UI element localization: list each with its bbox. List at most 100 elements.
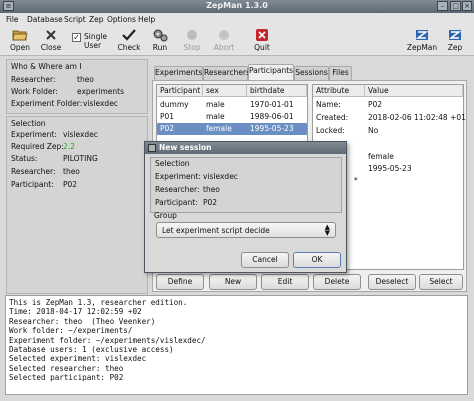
dialog-group-heading: Group bbox=[154, 211, 177, 220]
checkmark-icon bbox=[122, 29, 136, 41]
table-row-selected[interactable]: P02 female 1995-05-23 bbox=[157, 123, 307, 135]
status-value: PILOTING bbox=[63, 154, 98, 163]
console-line: Selected participant: P02 bbox=[9, 373, 124, 383]
define-button[interactable]: Define bbox=[156, 274, 204, 290]
run-button[interactable]: Run bbox=[148, 28, 172, 52]
single-user-checkbox[interactable]: ✓ bbox=[72, 33, 81, 42]
dialog-title-bar[interactable]: New session bbox=[145, 142, 346, 154]
menu-options[interactable]: Options bbox=[107, 15, 136, 24]
console-line: Selected experiment: vislexdec bbox=[9, 354, 147, 364]
col-sex[interactable]: sex bbox=[203, 85, 247, 97]
attribute-row[interactable]: Name: P02 bbox=[313, 99, 463, 111]
edit-button[interactable]: Edit bbox=[261, 274, 309, 290]
menu-script[interactable]: Script bbox=[64, 15, 86, 24]
col-birthdate[interactable]: birthdate bbox=[247, 85, 307, 97]
dialog-experiment-label: Experiment: bbox=[155, 172, 201, 181]
stop-icon bbox=[187, 30, 197, 40]
selection-panel: Selection Experiment: vislexdec Required… bbox=[6, 116, 148, 294]
dialog-participant-value: P02 bbox=[203, 198, 218, 207]
zep-logo-icon bbox=[448, 30, 462, 40]
close-window-icon[interactable]: × bbox=[462, 1, 472, 11]
experiment-folder-value: vislexdec bbox=[83, 99, 118, 108]
tab-sessions[interactable]: Sessions bbox=[294, 66, 329, 80]
who-heading: Who & Where am I bbox=[11, 62, 82, 71]
console-line: Researcher: theo (Theo Veenker) bbox=[9, 316, 156, 326]
who-where-panel: Who & Where am I Researcher: theo Work F… bbox=[6, 59, 148, 114]
ok-button[interactable]: OK bbox=[293, 252, 341, 268]
console-line: Experiment folder: ~/experiments/vislexd… bbox=[9, 335, 206, 345]
work-folder-value: experiments bbox=[77, 87, 124, 96]
console-line: Database users: 1 (exclusive access) bbox=[9, 345, 174, 355]
attribute-row[interactable]: Created: 2018-02-06 11:02:48 +01 bbox=[313, 112, 466, 124]
group-select[interactable]: Let experiment script decide ▲ ▼ bbox=[156, 222, 336, 238]
status-label: Status: bbox=[11, 154, 38, 163]
dialog-title: New session bbox=[159, 143, 212, 152]
zepman-logo-icon bbox=[415, 30, 429, 40]
gears-icon bbox=[153, 29, 168, 42]
researcher-value: theo bbox=[77, 75, 94, 84]
spinner-arrows-icon: ▲ ▼ bbox=[324, 223, 330, 237]
new-button[interactable]: New bbox=[209, 274, 257, 290]
deselect-button[interactable]: Deselect bbox=[368, 274, 416, 290]
table-row[interactable]: dummy male 1970-01-01 bbox=[157, 99, 307, 111]
abort-icon bbox=[219, 30, 229, 40]
table-row[interactable]: P01 male 1989-06-01 bbox=[157, 111, 307, 123]
console-line: This is ZepMan 1.3, researcher edition. bbox=[9, 298, 188, 307]
dialog-group-section: Group Let experiment script decide ▲ ▼ bbox=[150, 211, 342, 245]
dialog-menu-icon[interactable] bbox=[148, 144, 156, 152]
experiment-folder-label: Experiment Folder: bbox=[11, 99, 83, 108]
check-button[interactable]: Check bbox=[116, 28, 142, 52]
col-participant[interactable]: Participant bbox=[157, 85, 203, 97]
menu-bar: File Database Script Zep Options Help bbox=[0, 13, 474, 26]
close-x-icon bbox=[46, 30, 56, 40]
console-log[interactable]: This is ZepMan 1.3, researcher edition. T… bbox=[5, 295, 468, 395]
window-title: ZepMan 1.3.0 bbox=[206, 1, 268, 10]
close-button[interactable]: Close bbox=[37, 28, 65, 52]
required-zep-value: 2.2 bbox=[63, 142, 75, 151]
col-attribute[interactable]: Attribute bbox=[313, 85, 365, 97]
menu-zep[interactable]: Zep bbox=[89, 15, 104, 24]
console-line: Work folder: ~/experiments/ bbox=[9, 326, 133, 336]
required-zep-label: Required Zep: bbox=[11, 142, 64, 151]
abort-button[interactable]: Abort bbox=[211, 28, 237, 52]
tab-researchers[interactable]: Researchers bbox=[203, 66, 250, 80]
col-value[interactable]: Value bbox=[365, 85, 463, 97]
new-session-dialog: New session Selection Experiment: vislex… bbox=[144, 141, 347, 273]
console-line: Selected researcher: theo bbox=[9, 363, 124, 373]
selection-researcher-label: Researcher: bbox=[11, 167, 56, 176]
open-button[interactable]: Open bbox=[8, 28, 32, 52]
select-button[interactable]: Select bbox=[419, 274, 463, 290]
selection-researcher-value: theo bbox=[63, 167, 80, 176]
tab-experiments[interactable]: Experiments bbox=[154, 66, 203, 80]
menu-file[interactable]: File bbox=[6, 15, 19, 24]
participant-value: P02 bbox=[63, 180, 78, 189]
toolbar: Open Close ✓ Single User Check Run Stop … bbox=[0, 26, 474, 56]
work-folder-label: Work Folder: bbox=[11, 87, 58, 96]
stop-button[interactable]: Stop bbox=[180, 28, 204, 52]
attribute-row[interactable]: Locked: No bbox=[313, 125, 463, 137]
console-line: Time: 2018-04-17 12:02:59 +02 bbox=[9, 307, 142, 317]
quit-button[interactable]: Quit bbox=[250, 28, 274, 52]
tab-files[interactable]: Files bbox=[329, 66, 352, 80]
experiment-label: Experiment: bbox=[11, 130, 57, 139]
minimize-icon[interactable]: – bbox=[437, 1, 448, 11]
researcher-label: Researcher: bbox=[11, 75, 56, 84]
menu-database[interactable]: Database bbox=[27, 15, 63, 24]
zep-button[interactable]: Zep bbox=[444, 28, 466, 52]
experiment-value: vislexdec bbox=[63, 130, 98, 139]
tab-participants[interactable]: Participants bbox=[248, 64, 294, 81]
delete-button[interactable]: Delete bbox=[313, 274, 361, 290]
dialog-researcher-label: Researcher: bbox=[155, 185, 200, 194]
zepman-button[interactable]: ZepMan bbox=[406, 28, 438, 52]
dialog-selection-group: Selection Experiment: vislexdec Research… bbox=[150, 157, 342, 213]
quit-icon bbox=[256, 29, 268, 41]
dialog-participant-label: Participant: bbox=[155, 198, 198, 207]
dialog-selection-heading: Selection bbox=[155, 159, 190, 168]
menu-help[interactable]: Help bbox=[138, 15, 155, 24]
maximize-icon[interactable]: □ bbox=[450, 1, 461, 11]
title-bar[interactable]: ≡ ZepMan 1.3.0 – □ × bbox=[0, 0, 474, 13]
participant-label: Participant: bbox=[11, 180, 54, 189]
dialog-experiment-value: vislexdec bbox=[203, 172, 238, 181]
dialog-researcher-value: theo bbox=[203, 185, 220, 194]
cancel-button[interactable]: Cancel bbox=[241, 252, 289, 268]
